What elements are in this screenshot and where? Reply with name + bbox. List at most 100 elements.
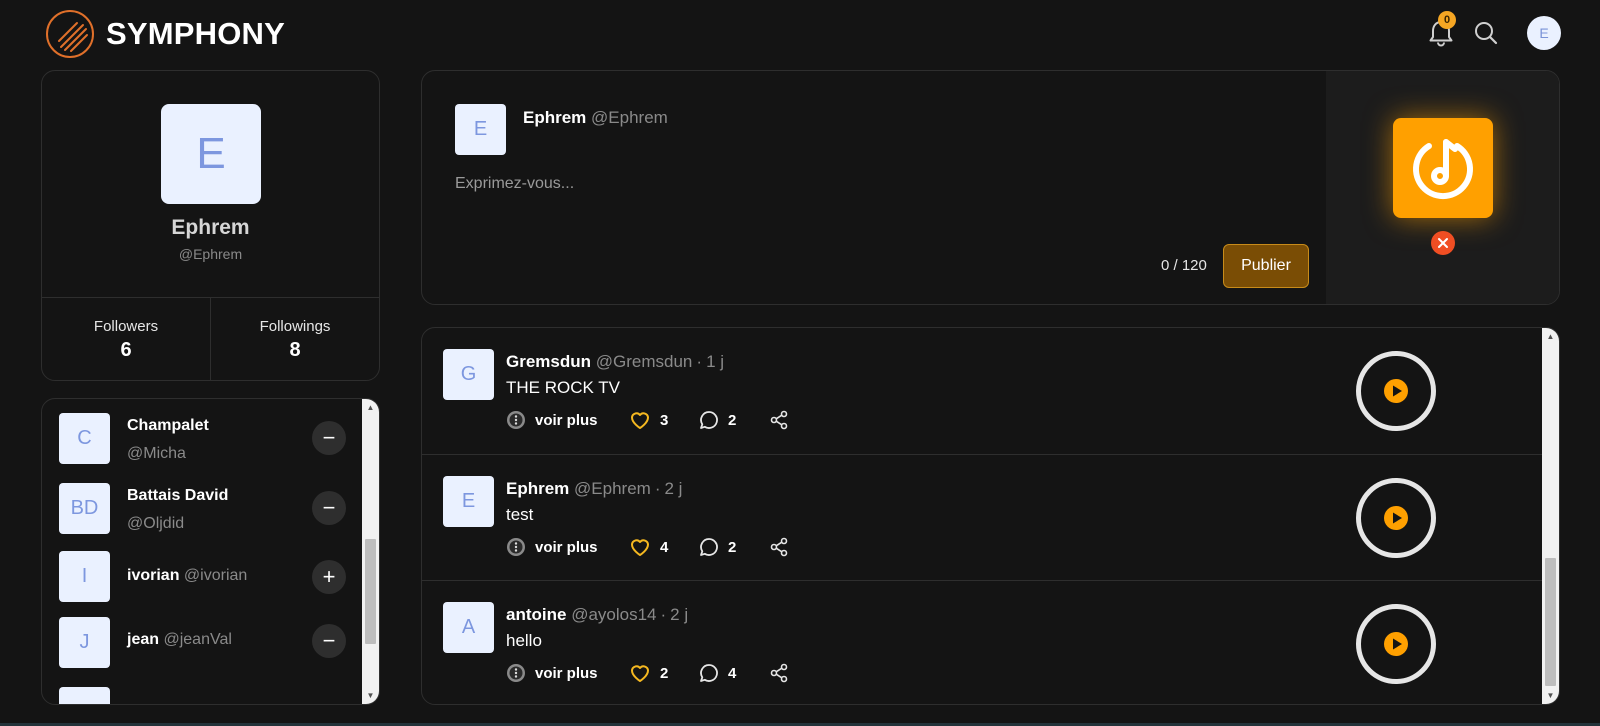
- composer-user: Ephrem @Ephrem: [523, 108, 668, 128]
- see-more-button[interactable]: voir plus: [506, 535, 598, 559]
- post-item: G Gremsdun @Gremsdun · 1 j THE ROCK TV voi…: [422, 328, 1544, 454]
- post-item: A antoine @ayolos14 · 2 j hello voir plus …: [422, 580, 1544, 704]
- list-item[interactable]: C Champalet @Micha −: [59, 413, 349, 465]
- more-icon: [507, 411, 525, 429]
- scroll-down-icon[interactable]: ▼: [362, 687, 379, 704]
- post-actions: voir plus 4 2: [506, 535, 826, 559]
- post-handle: @ayolos14: [571, 605, 657, 624]
- comment-count: 2: [728, 538, 737, 556]
- follow-name-text: ivorian: [127, 567, 180, 584]
- like-button[interactable]: 2: [629, 661, 668, 685]
- follow-name[interactable]: Champalet: [127, 417, 209, 435]
- publish-button[interactable]: Publier: [1223, 244, 1309, 288]
- scroll-thumb[interactable]: [365, 539, 376, 644]
- post-avatar[interactable]: E: [443, 476, 494, 527]
- scrollbar[interactable]: ▲ ▼: [362, 399, 379, 704]
- post-avatar[interactable]: G: [443, 349, 494, 400]
- like-button[interactable]: 4: [629, 535, 668, 559]
- list-item[interactable]: I ivorian @ivorian +: [59, 551, 349, 603]
- char-count: 0 / 120: [1161, 257, 1207, 274]
- heart-icon: [631, 412, 649, 429]
- play-icon: [1384, 379, 1408, 403]
- like-button[interactable]: 3: [629, 408, 668, 432]
- follow-list: C Champalet @Micha − BD Battais David @O…: [41, 398, 380, 705]
- list-item[interactable]: J jean @jeanVal −: [59, 617, 349, 669]
- follow-name[interactable]: Battais David: [127, 487, 228, 505]
- user-avatar[interactable]: E: [1527, 16, 1561, 50]
- play-button[interactable]: [1356, 351, 1436, 431]
- share-icon[interactable]: [769, 408, 798, 432]
- followers-stat[interactable]: Followers 6: [42, 298, 210, 381]
- brand-name[interactable]: SYMPHONY: [106, 16, 285, 52]
- post-author[interactable]: antoine: [506, 605, 566, 624]
- comment-count: 2: [728, 411, 737, 429]
- music-note-icon[interactable]: [1393, 118, 1493, 218]
- post-input[interactable]: Exprimez-vous...: [455, 175, 1255, 193]
- profile-name: Ephrem: [171, 216, 250, 239]
- share-icon[interactable]: [769, 535, 798, 559]
- scroll-up-icon[interactable]: ▲: [1542, 328, 1559, 345]
- see-more-button[interactable]: voir plus: [506, 408, 598, 432]
- list-item[interactable]: [59, 687, 349, 704]
- avatar[interactable]: BD: [59, 483, 110, 534]
- notification-badge: 0: [1438, 11, 1456, 29]
- share-icon[interactable]: [769, 661, 798, 685]
- profile-avatar[interactable]: E: [161, 104, 261, 204]
- scroll-down-icon[interactable]: ▼: [1542, 687, 1559, 704]
- post-text: hello: [506, 631, 542, 650]
- post-author[interactable]: Ephrem: [506, 479, 569, 498]
- avatar[interactable]: I: [59, 551, 110, 602]
- avatar[interactable]: C: [59, 413, 110, 464]
- followings-stat[interactable]: Followings 8: [210, 298, 379, 381]
- more-icon: [507, 538, 525, 556]
- follow-handle: @Oljdid: [127, 515, 185, 532]
- follow-name[interactable]: ivorian @ivorian: [127, 567, 247, 585]
- play-button[interactable]: [1356, 478, 1436, 558]
- see-more-label: voir plus: [535, 538, 598, 556]
- post-actions: voir plus 2 4: [506, 661, 826, 685]
- like-count: 2: [660, 664, 669, 682]
- follow-name[interactable]: jean @jeanVal: [127, 631, 232, 649]
- see-more-button[interactable]: voir plus: [506, 661, 598, 685]
- heart-icon: [631, 665, 649, 682]
- composer-handle: @Ephrem: [591, 108, 668, 127]
- post-actions: voir plus 3 2: [506, 408, 826, 432]
- unfollow-button[interactable]: −: [312, 421, 346, 455]
- post-text: test: [506, 505, 534, 524]
- profile-card: E Ephrem @Ephrem Followers 6 Followings …: [41, 70, 380, 381]
- composer-avatar: E: [455, 104, 506, 155]
- comment-button[interactable]: 2: [699, 408, 736, 432]
- scroll-thumb[interactable]: [1545, 558, 1556, 686]
- post-handle: @Gremsdun: [595, 352, 693, 371]
- play-icon: [1384, 506, 1408, 530]
- comment-button[interactable]: 2: [699, 535, 736, 559]
- post-author[interactable]: Gremsdun: [506, 352, 591, 371]
- follow-name-text: jean: [127, 631, 160, 648]
- post-time: 2 j: [664, 479, 683, 498]
- followers-count: 6: [120, 339, 132, 361]
- scroll-up-icon[interactable]: ▲: [362, 399, 379, 416]
- follow-handle: @Micha: [127, 445, 186, 462]
- top-bar: SYMPHONY 0 E: [0, 0, 1600, 68]
- unfollow-button[interactable]: −: [312, 624, 346, 658]
- unfollow-button[interactable]: −: [312, 491, 346, 525]
- more-icon: [507, 664, 525, 682]
- post-header: antoine @ayolos14 · 2 j: [506, 605, 688, 625]
- post-avatar[interactable]: A: [443, 602, 494, 653]
- see-more-label: voir plus: [535, 411, 598, 429]
- comment-icon: [700, 538, 718, 556]
- scrollbar[interactable]: ▲ ▼: [1542, 328, 1559, 704]
- follow-handle: @jeanVal: [163, 631, 232, 648]
- list-item[interactable]: BD Battais David @Oljdid −: [59, 483, 349, 535]
- avatar[interactable]: J: [59, 617, 110, 668]
- post-feed: G Gremsdun @Gremsdun · 1 j THE ROCK TV voi…: [421, 327, 1560, 705]
- search-icon[interactable]: [1472, 19, 1500, 47]
- logo-icon[interactable]: [46, 10, 94, 58]
- play-button[interactable]: [1356, 604, 1436, 684]
- play-icon: [1384, 632, 1408, 656]
- follow-button[interactable]: +: [312, 560, 346, 594]
- comment-button[interactable]: 4: [699, 661, 736, 685]
- avatar[interactable]: [59, 687, 110, 704]
- remove-audio-icon[interactable]: [1431, 231, 1455, 255]
- see-more-label: voir plus: [535, 664, 598, 682]
